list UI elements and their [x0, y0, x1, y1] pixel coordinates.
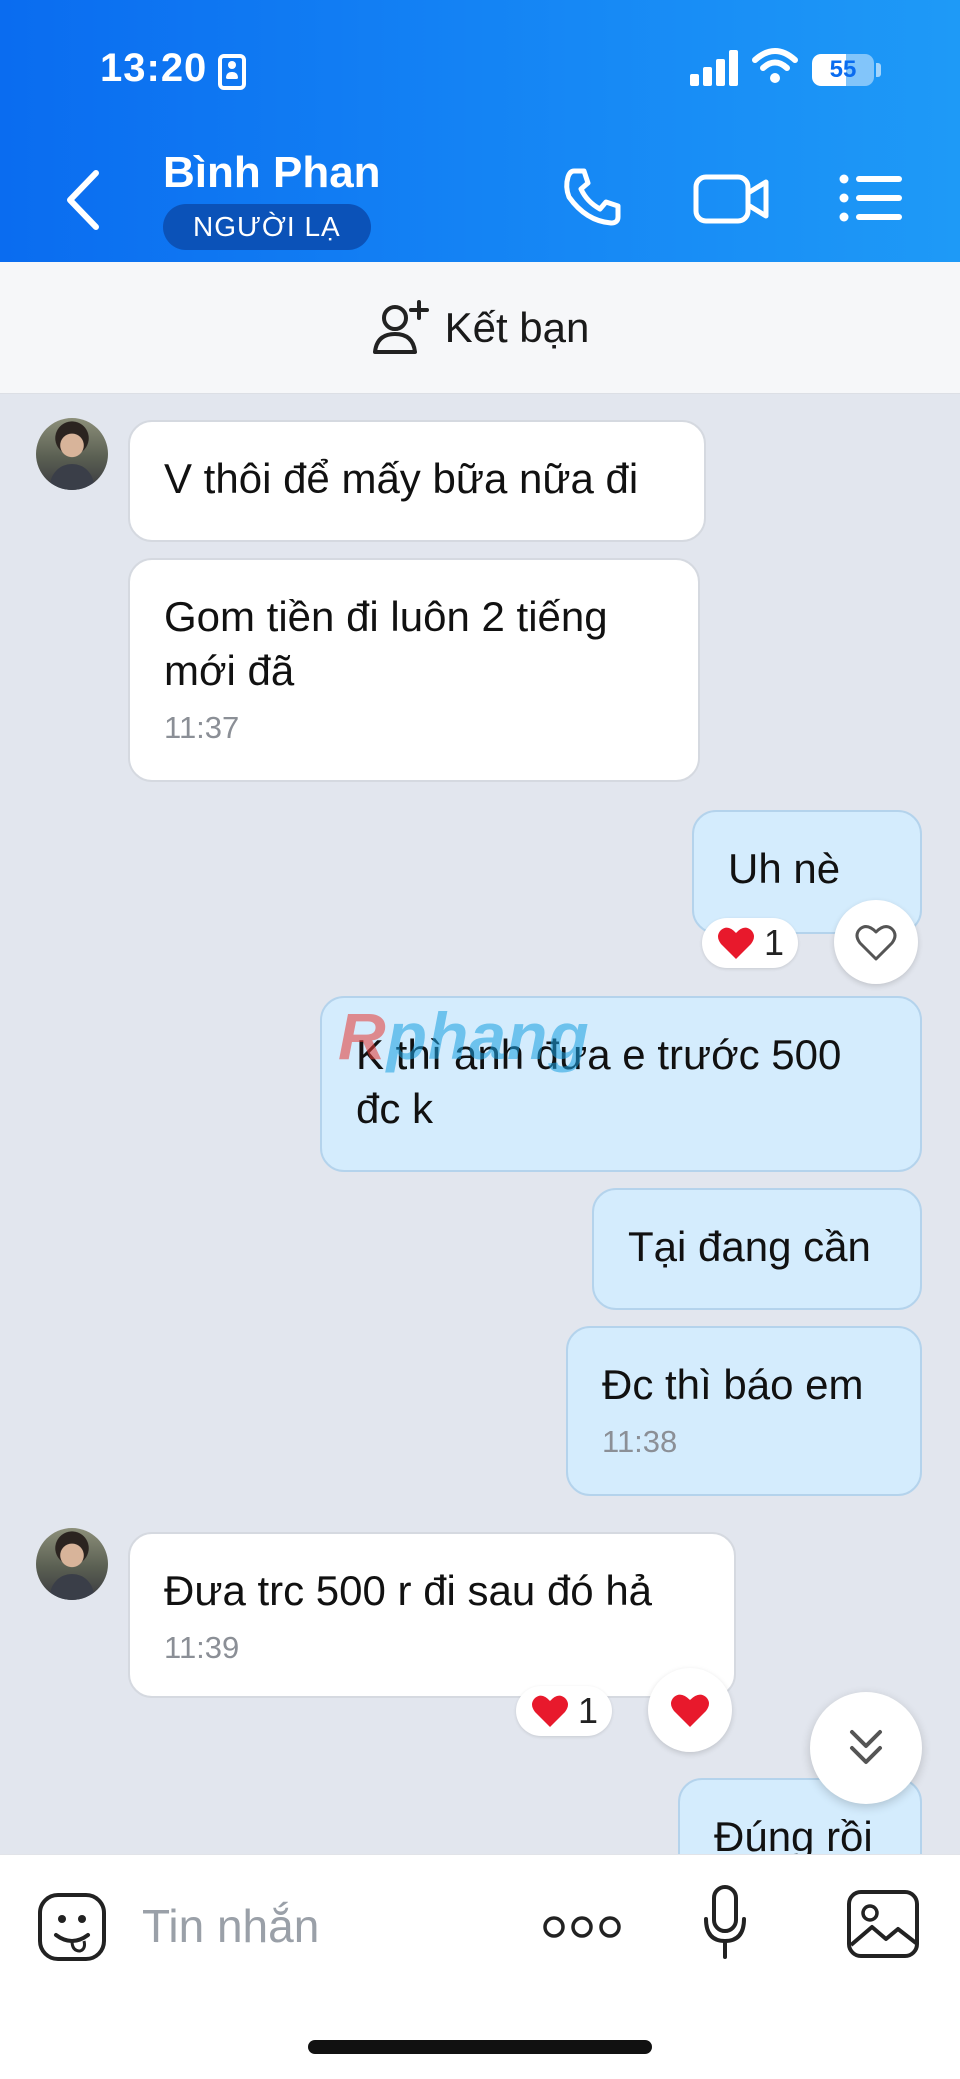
back-chevron-icon[interactable] — [60, 165, 110, 235]
avatar[interactable] — [36, 418, 108, 490]
reaction-summary[interactable]: 1 — [516, 1686, 613, 1736]
message-time: 11:38 — [602, 1424, 678, 1459]
message-text: Uh nè — [728, 845, 841, 892]
message-input[interactable]: Tin nhắn — [142, 1899, 319, 1953]
watermark-logo: Rphang — [338, 999, 590, 1073]
heart-icon — [671, 1694, 709, 1727]
chat-header: 13:20 55 Bình Phan NGƯỜI LẠ — [0, 0, 960, 262]
sticker-icon[interactable] — [36, 1891, 108, 1963]
message-bubble-outgoing[interactable]: Đc thì báo em 11:38 — [566, 1326, 922, 1496]
message-bubble-incoming[interactable]: Gom tiền đi luôn 2 tiếng mới đã 11:37 — [128, 558, 700, 782]
double-chevron-down-icon — [850, 1730, 882, 1764]
more-icon[interactable] — [542, 1913, 622, 1941]
stranger-badge: NGƯỜI LẠ — [163, 204, 371, 250]
add-friend-button[interactable]: Kết bạn — [0, 262, 960, 394]
reaction-summary[interactable]: 1 — [702, 918, 799, 968]
heart-outline-icon — [855, 925, 897, 961]
react-button[interactable] — [834, 900, 918, 984]
contact-card-icon — [218, 54, 246, 90]
battery-icon: 55 — [812, 54, 874, 86]
contact-name[interactable]: Bình Phan — [163, 148, 381, 198]
message-time: 11:39 — [164, 1630, 240, 1665]
scroll-to-bottom-button[interactable] — [810, 1692, 922, 1804]
add-friend-label: Kết bạn — [444, 303, 590, 351]
message-text: Đc thì báo em — [602, 1361, 864, 1408]
heart-icon — [532, 1695, 568, 1727]
message-text: Tại đang cần — [628, 1223, 871, 1270]
message-text: V thôi để mấy bữa nữa đi — [164, 455, 639, 502]
react-button[interactable] — [648, 1668, 732, 1752]
image-icon[interactable] — [846, 1889, 920, 1959]
battery-level: 55 — [829, 56, 857, 83]
reaction-count: 1 — [764, 922, 785, 963]
add-user-icon — [372, 299, 429, 354]
cellular-signal-icon — [690, 50, 738, 86]
message-text: Gom tiền đi luôn 2 tiếng mới đã — [164, 593, 608, 694]
message-bubble-incoming[interactable]: V thôi để mấy bữa nữa đi — [128, 420, 706, 542]
list-menu-icon[interactable] — [836, 165, 906, 231]
phone-icon[interactable] — [560, 165, 626, 231]
video-camera-icon[interactable] — [692, 165, 772, 231]
message-text: Đưa trc 500 r đi sau đó hả — [164, 1567, 653, 1614]
status-time: 13:20 — [100, 46, 208, 90]
message-bubble-incoming[interactable]: Đưa trc 500 r đi sau đó hả 11:39 — [128, 1532, 736, 1698]
home-indicator — [308, 2040, 652, 2054]
microphone-icon[interactable] — [702, 1885, 748, 1961]
message-bubble-outgoing[interactable]: Tại đang cần — [592, 1188, 922, 1310]
heart-icon — [718, 927, 754, 959]
wifi-icon — [752, 48, 798, 83]
message-time: 11:37 — [164, 710, 240, 745]
message-text: Đúng rồi — [714, 1813, 873, 1860]
avatar[interactable] — [36, 1528, 108, 1600]
reaction-count: 1 — [578, 1690, 599, 1731]
